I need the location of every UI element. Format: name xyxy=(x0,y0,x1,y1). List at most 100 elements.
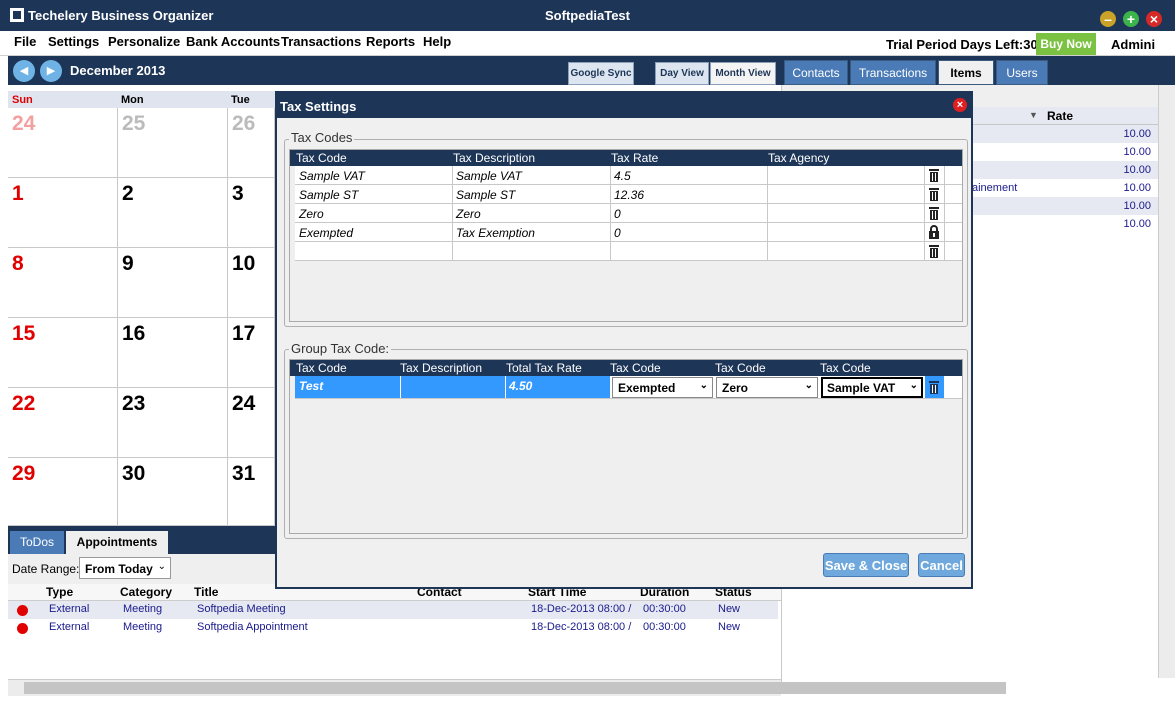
google-sync-button[interactable]: Google Sync xyxy=(568,62,634,85)
day-cell[interactable]: 26 xyxy=(228,108,275,178)
day-view-button[interactable]: Day View xyxy=(655,62,709,85)
table-row[interactable]: Zero Zero 0 xyxy=(295,204,962,223)
tax-codes-title: Tax Codes xyxy=(289,130,355,145)
tax-code-select-2[interactable]: Zero ⌄ xyxy=(716,377,818,398)
date-range-select[interactable]: From Today ⌄ xyxy=(79,557,171,579)
day-cell[interactable]: 22 xyxy=(8,388,118,458)
tab-items[interactable]: Items xyxy=(938,60,994,85)
day-cell[interactable]: 24 xyxy=(8,108,118,178)
table-row[interactable]: Sample VAT Sample VAT 4.5 xyxy=(295,166,962,185)
items-header: ▼ Rate xyxy=(972,107,1166,125)
menu-help[interactable]: Help xyxy=(423,34,451,49)
horizontal-scrollbar[interactable] xyxy=(8,679,1006,696)
tab-users[interactable]: Users xyxy=(996,60,1048,85)
save-close-button[interactable]: Save & Close xyxy=(823,553,909,577)
tab-appointments[interactable]: Appointments xyxy=(66,531,168,554)
day-cell[interactable]: 2 xyxy=(118,178,228,248)
trash-icon[interactable] xyxy=(928,206,940,220)
menu-file[interactable]: File xyxy=(14,34,36,49)
day-cell[interactable]: 16 xyxy=(118,318,228,388)
table-row[interactable]: External Meeting Softpedia Appointment 1… xyxy=(8,619,778,637)
day-number: 23 xyxy=(122,392,146,415)
close-icon[interactable]: × xyxy=(1146,11,1162,27)
day-cell[interactable]: 29 xyxy=(8,458,118,526)
chevron-down-icon: ⌄ xyxy=(909,380,918,391)
day-cell[interactable]: 31 xyxy=(228,458,275,526)
items-scrollbar[interactable] xyxy=(1158,85,1175,678)
status-dot-icon xyxy=(17,605,28,616)
day-cell[interactable]: 9 xyxy=(118,248,228,318)
cell-code: Sample VAT xyxy=(299,169,365,183)
day-cell[interactable]: 24 xyxy=(228,388,275,458)
col-tax-code-3[interactable]: Tax Code xyxy=(820,361,871,375)
maximize-icon[interactable]: + xyxy=(1123,11,1139,27)
table-row[interactable]: External Meeting Softpedia Meeting 18-De… xyxy=(8,601,778,619)
day-cell[interactable]: 15 xyxy=(8,318,118,388)
tax-code-select-3[interactable]: Sample VAT ⌄ xyxy=(821,377,923,398)
day-cell[interactable]: 25 xyxy=(118,108,228,178)
col-tax-code-2[interactable]: Tax Code xyxy=(715,361,766,375)
item-row[interactable]: 10.00 xyxy=(972,125,1166,143)
cell-total-selected[interactable]: 4.50 xyxy=(506,376,610,398)
menu-settings[interactable]: Settings xyxy=(48,34,99,49)
col-tax-description[interactable]: Tax Description xyxy=(453,151,535,165)
col-rate[interactable]: Rate xyxy=(1047,109,1073,123)
cell-code-selected[interactable]: Test xyxy=(295,376,400,398)
item-row[interactable]: 10.00 xyxy=(972,197,1166,215)
day-number: 30 xyxy=(122,462,146,485)
sort-desc-icon[interactable]: ▼ xyxy=(1029,110,1038,120)
col-total-tax-rate[interactable]: Total Tax Rate xyxy=(506,361,582,375)
col-tax-description[interactable]: Tax Description xyxy=(400,361,482,375)
cell-status: New xyxy=(718,603,741,615)
day-cell[interactable]: 1 xyxy=(8,178,118,248)
day-cell[interactable]: 3 xyxy=(228,178,275,248)
day-cell[interactable]: 8 xyxy=(8,248,118,318)
month-title: December 2013 xyxy=(70,63,166,78)
user-name[interactable]: Admini xyxy=(1111,37,1155,52)
table-row[interactable]: Sample ST Sample ST 12.36 xyxy=(295,185,962,204)
cell-title: Softpedia Meeting xyxy=(197,603,286,615)
table-row[interactable]: Exempted Tax Exemption 0 xyxy=(295,223,962,242)
day-cell[interactable]: 10 xyxy=(228,248,275,318)
item-row[interactable]: 10.00 xyxy=(972,143,1166,161)
close-icon[interactable]: × xyxy=(953,98,967,112)
delete-cell[interactable] xyxy=(925,376,944,398)
tab-todos[interactable]: ToDos xyxy=(10,531,64,554)
col-title[interactable]: Title xyxy=(194,585,218,599)
table-row-new[interactable] xyxy=(295,242,962,261)
trash-icon[interactable] xyxy=(928,168,940,182)
cell-desc[interactable] xyxy=(401,376,505,398)
group-table-row[interactable]: Test 4.50 Exempted ⌄ Zero ⌄ Sample VAT ⌄ xyxy=(295,376,962,399)
menu-personalize[interactable]: Personalize xyxy=(108,34,180,49)
month-view-button[interactable]: Month View xyxy=(710,62,776,85)
prev-month-icon[interactable]: ◀ xyxy=(13,60,35,82)
day-cell[interactable]: 30 xyxy=(118,458,228,526)
item-row[interactable]: 10.00 xyxy=(972,215,1166,233)
cancel-button[interactable]: Cancel xyxy=(918,553,965,577)
col-tax-code[interactable]: Tax Code xyxy=(296,151,347,165)
menu-bank-accounts[interactable]: Bank Accounts xyxy=(186,34,280,49)
col-tax-code-1[interactable]: Tax Code xyxy=(610,361,661,375)
menu-reports[interactable]: Reports xyxy=(366,34,415,49)
tab-contacts[interactable]: Contacts xyxy=(784,60,848,85)
minimize-icon[interactable]: – xyxy=(1100,11,1116,27)
trash-icon[interactable] xyxy=(928,380,940,394)
tab-transactions[interactable]: Transactions xyxy=(850,60,936,85)
item-row[interactable]: 10.00 xyxy=(972,161,1166,179)
col-tax-agency[interactable]: Tax Agency xyxy=(768,151,829,165)
col-category[interactable]: Category xyxy=(120,585,172,599)
day-cell[interactable]: 17 xyxy=(228,318,275,388)
next-month-icon[interactable]: ▶ xyxy=(40,60,62,82)
col-type[interactable]: Type xyxy=(46,585,73,599)
col-tax-rate[interactable]: Tax Rate xyxy=(611,151,658,165)
day-number: 22 xyxy=(12,392,36,415)
item-row[interactable]: ainement 10.00 xyxy=(972,179,1166,197)
trash-icon[interactable] xyxy=(928,244,940,258)
buy-now-button[interactable]: Buy Now xyxy=(1036,33,1096,55)
tax-code-select-1[interactable]: Exempted ⌄ xyxy=(612,377,713,398)
menu-transactions[interactable]: Transactions xyxy=(281,34,361,49)
day-cell[interactable]: 23 xyxy=(118,388,228,458)
col-tax-code[interactable]: Tax Code xyxy=(296,361,347,375)
trash-icon[interactable] xyxy=(928,187,940,201)
day-number: 31 xyxy=(232,462,256,485)
